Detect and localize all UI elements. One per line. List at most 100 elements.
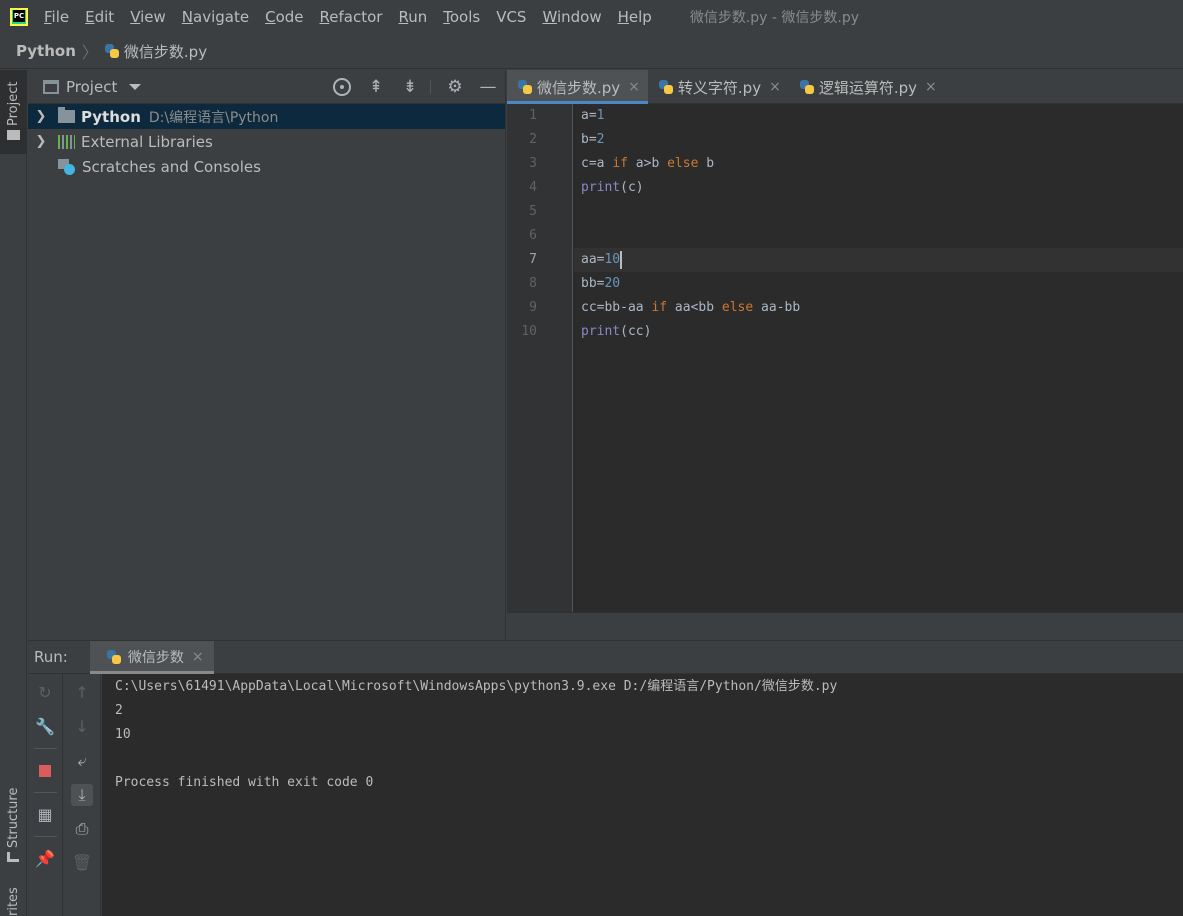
tree-item-scratches[interactable]: Scratches and Consoles — [28, 154, 505, 179]
run-tab-label: 微信步数 — [127, 650, 184, 666]
gear-icon[interactable]: ⚙ — [446, 78, 464, 96]
menu-edit[interactable]: Edit — [77, 0, 122, 34]
code-token: else — [721, 300, 754, 315]
line-number: 2 — [529, 132, 537, 147]
menu-refactor[interactable]: Refactor — [312, 0, 391, 34]
current-line-highlight — [574, 248, 1183, 272]
editor-tab-weixin[interactable]: 微信步数.py × — [507, 70, 648, 104]
code-token: aa-bb — [753, 300, 801, 315]
collapse-all-icon[interactable]: ⇟ — [401, 78, 419, 96]
run-tab[interactable]: 微信步数 × — [89, 640, 214, 674]
run-toolbar-primary: ↻ 🔧 ▦ 📌 — [28, 674, 63, 916]
breadcrumb-separator: 〉 — [81, 43, 98, 62]
favorites-tool-button[interactable]: rites — [6, 887, 21, 916]
run-console[interactable]: C:\Users\61491\AppData\Local\Microsoft\W… — [102, 674, 1183, 916]
line-number: 3 — [529, 156, 537, 171]
code-token: if — [612, 156, 628, 171]
code-editor[interactable]: 1 2 3 4 5 6 7 8 9 10 a=1 b=2 c=a if a>b else b print… — [507, 104, 1183, 612]
code-token: else — [667, 156, 699, 171]
close-icon[interactable]: × — [192, 649, 204, 665]
menu-file[interactable]: File — [36, 0, 77, 34]
code-token: aa<bb — [667, 300, 722, 315]
code-line: bb=20 — [581, 272, 620, 296]
toolbar-divider — [430, 80, 431, 94]
arrow-down-icon[interactable]: ↓ — [71, 716, 93, 738]
menu-vcs[interactable]: VCS — [488, 0, 534, 34]
code-token: print — [581, 180, 621, 195]
menu-help[interactable]: Help — [610, 0, 660, 34]
arrow-up-icon[interactable]: ↑ — [71, 682, 93, 704]
menu-navigate[interactable]: Navigate — [174, 0, 257, 34]
toolbar-divider — [34, 792, 57, 793]
close-icon[interactable]: × — [769, 79, 781, 95]
editor-tab-escape[interactable]: 转义字符.py × — [648, 70, 789, 104]
code-line: a=1 — [581, 104, 604, 128]
hide-panel-icon[interactable]: — — [479, 78, 497, 96]
scroll-to-end-icon[interactable]: ⤓ — [71, 784, 93, 806]
code-token: b — [698, 156, 715, 171]
code-token: 10 — [604, 252, 621, 267]
breadcrumb-project[interactable]: Python — [16, 42, 76, 60]
chevron-right-icon[interactable]: ❯ — [34, 134, 48, 149]
code-token: 20 — [604, 276, 621, 291]
folder-icon — [7, 130, 20, 140]
menu-tools[interactable]: Tools — [435, 0, 488, 34]
chevron-down-icon[interactable] — [129, 83, 142, 90]
tree-item-external-libraries[interactable]: ❯ External Libraries — [28, 129, 505, 154]
code-token: b= — [581, 132, 597, 147]
text-caret — [620, 250, 623, 269]
editor-bottom-strip — [507, 612, 1183, 640]
editor-tab-label: 逻辑运算符.py — [818, 78, 917, 97]
pycharm-logo-icon — [10, 8, 28, 26]
line-number: 4 — [529, 180, 537, 195]
menu-window[interactable]: Window — [534, 0, 609, 34]
code-token: a>b — [627, 156, 668, 171]
window-title: 微信步数.py - 微信步数.py — [689, 10, 860, 26]
scratches-icon — [58, 158, 76, 176]
navigation-bar: Python 〉 微信步数.py — [0, 34, 1183, 69]
code-token: aa= — [581, 252, 605, 267]
rerun-icon[interactable]: ↻ — [34, 682, 56, 704]
code-line: c=a if a>b else b — [581, 152, 714, 176]
project-panel-header: Project ⇞ ⇟ ⚙ — — [28, 70, 505, 104]
wrench-icon[interactable]: 🔧 — [34, 716, 56, 738]
line-number: 5 — [529, 204, 537, 219]
chevron-right-icon[interactable]: ❯ — [34, 109, 48, 124]
menu-run[interactable]: Run — [390, 0, 435, 34]
code-line: cc=bb-aa if aa<bb else aa-bb — [581, 296, 800, 320]
project-view-title[interactable]: Project — [66, 78, 117, 96]
project-tool-button[interactable]: Project — [0, 70, 27, 154]
soft-wrap-icon[interactable]: ⤶ — [71, 750, 93, 772]
menu-view[interactable]: View — [122, 0, 174, 34]
close-icon[interactable]: × — [925, 79, 937, 95]
expand-all-icon[interactable]: ⇞ — [367, 78, 385, 96]
tree-item-python[interactable]: ❯ Python D:\编程语言\Python — [28, 104, 505, 129]
menu-bar: File Edit View Navigate Code Refactor Ru… — [0, 0, 1183, 34]
run-toolbar-secondary: ↑ ↓ ⤶ ⤓ ⎙ 🗑 — [64, 674, 101, 916]
locate-file-icon[interactable] — [333, 78, 351, 96]
close-icon[interactable]: × — [628, 79, 640, 95]
python-file-icon — [104, 43, 120, 59]
tree-item-label: Python — [81, 107, 141, 126]
project-view-icon — [43, 79, 59, 94]
editor-tab-logic[interactable]: 逻辑运算符.py × — [789, 70, 945, 104]
trash-icon[interactable]: 🗑 — [71, 852, 93, 874]
structure-tool-button[interactable]: Structure — [6, 788, 21, 848]
line-number: 8 — [529, 276, 537, 291]
tree-item-label: Scratches and Consoles — [82, 157, 261, 176]
code-token: cc=bb-aa — [581, 300, 652, 315]
code-token: a= — [581, 108, 597, 123]
stop-icon[interactable] — [34, 760, 56, 782]
editor-tab-label: 微信步数.py — [537, 78, 621, 97]
print-icon[interactable]: ⎙ — [71, 818, 93, 840]
code-token: c=a — [581, 156, 613, 171]
project-panel: Project ⇞ ⇟ ⚙ — ❯ Python D:\编程语言\Python … — [28, 70, 506, 640]
run-label: Run: — [34, 648, 68, 666]
run-panel-header: Run: 微信步数 × — [28, 640, 1183, 674]
breadcrumb-file[interactable]: 微信步数.py — [124, 41, 207, 62]
layout-icon[interactable]: ▦ — [34, 804, 56, 826]
pin-icon[interactable]: 📌 — [34, 848, 56, 870]
toolbar-divider — [34, 836, 57, 837]
menu-code[interactable]: Code — [257, 0, 311, 34]
console-line: C:\Users\61491\AppData\Local\Microsoft\W… — [115, 679, 838, 694]
